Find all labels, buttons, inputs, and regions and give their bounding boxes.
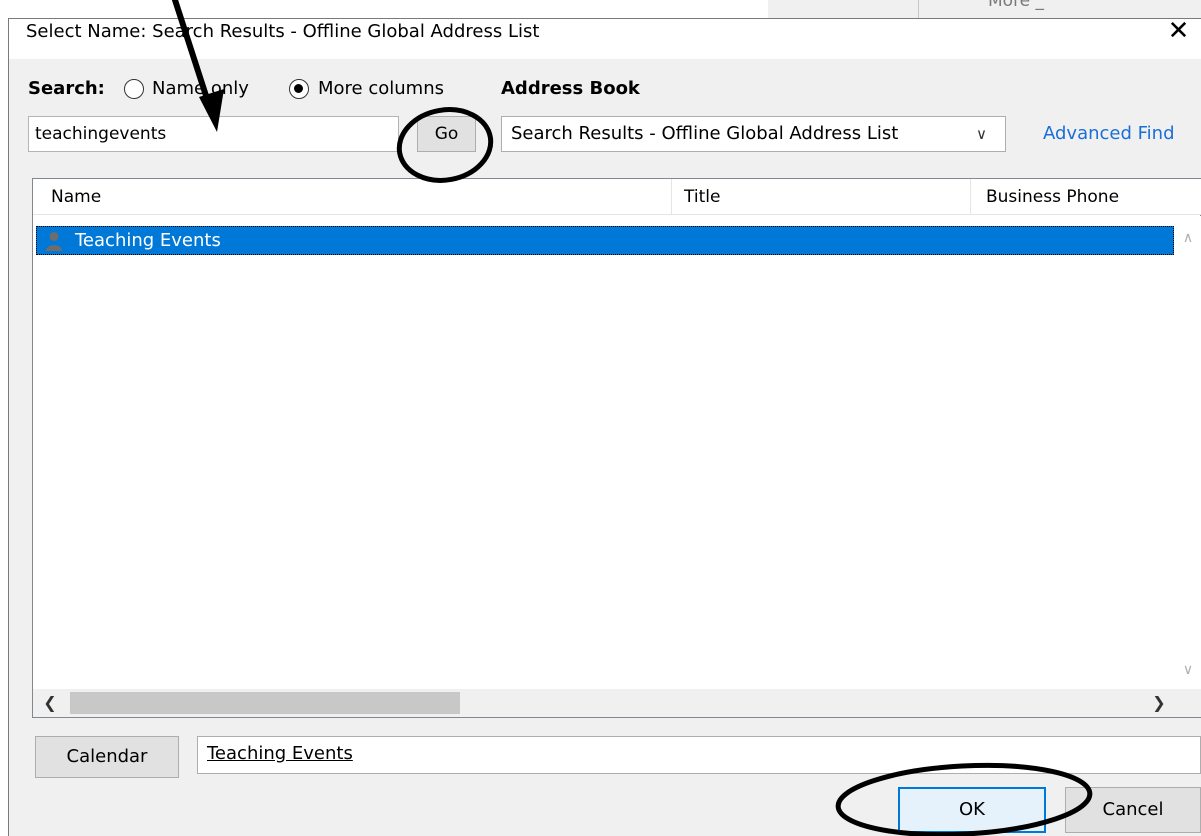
radio-selected-dot xyxy=(294,84,303,93)
calendar-button[interactable]: Calendar xyxy=(35,736,179,778)
scroll-left-icon[interactable]: ❮ xyxy=(37,693,63,712)
results-list[interactable] xyxy=(32,178,1201,718)
scroll-up-icon[interactable]: ∧ xyxy=(1175,230,1201,246)
address-book-select[interactable]: Search Results - Offline Global Address … xyxy=(501,116,1006,152)
ok-button[interactable]: OK xyxy=(898,787,1046,833)
column-divider[interactable] xyxy=(970,179,971,215)
address-book-selected: Search Results - Offline Global Address … xyxy=(511,123,899,144)
vertical-scrollbar[interactable] xyxy=(1175,216,1201,689)
scroll-down-icon[interactable]: ∨ xyxy=(1175,662,1201,678)
radio-name-only-label[interactable]: Name only xyxy=(152,78,249,99)
column-header-name[interactable]: Name xyxy=(51,179,101,215)
close-button[interactable]: ✕ xyxy=(1156,16,1201,48)
column-header-business-phone[interactable]: Business Phone xyxy=(986,179,1119,215)
go-button[interactable]: Go xyxy=(417,116,476,152)
scroll-right-icon[interactable]: ❯ xyxy=(1146,693,1172,712)
background-window xyxy=(768,0,1201,18)
table-row[interactable]: Teaching Events xyxy=(36,226,1174,255)
address-book-label: Address Book xyxy=(501,78,640,99)
column-header-title[interactable]: Title xyxy=(684,179,720,215)
radio-name-only[interactable] xyxy=(124,79,144,99)
advanced-find-link[interactable]: Advanced Find xyxy=(1043,123,1175,144)
search-label: Search: xyxy=(28,78,105,99)
chevron-down-icon: ∨ xyxy=(976,125,987,143)
radio-more-columns-label[interactable]: More columns xyxy=(318,78,444,99)
scroll-thumb[interactable] xyxy=(70,692,460,714)
cancel-button[interactable]: Cancel xyxy=(1065,787,1201,833)
row-name: Teaching Events xyxy=(75,230,221,251)
background-window-text: More _ xyxy=(988,0,1045,11)
column-divider[interactable] xyxy=(671,179,672,215)
search-input[interactable] xyxy=(28,116,399,152)
calendar-field-value: Teaching Events xyxy=(207,743,353,764)
person-icon xyxy=(46,232,62,251)
radio-more-columns[interactable] xyxy=(289,79,309,99)
dialog-title: Select Name: Search Results - Offline Gl… xyxy=(26,21,540,42)
background-divider xyxy=(918,0,919,18)
